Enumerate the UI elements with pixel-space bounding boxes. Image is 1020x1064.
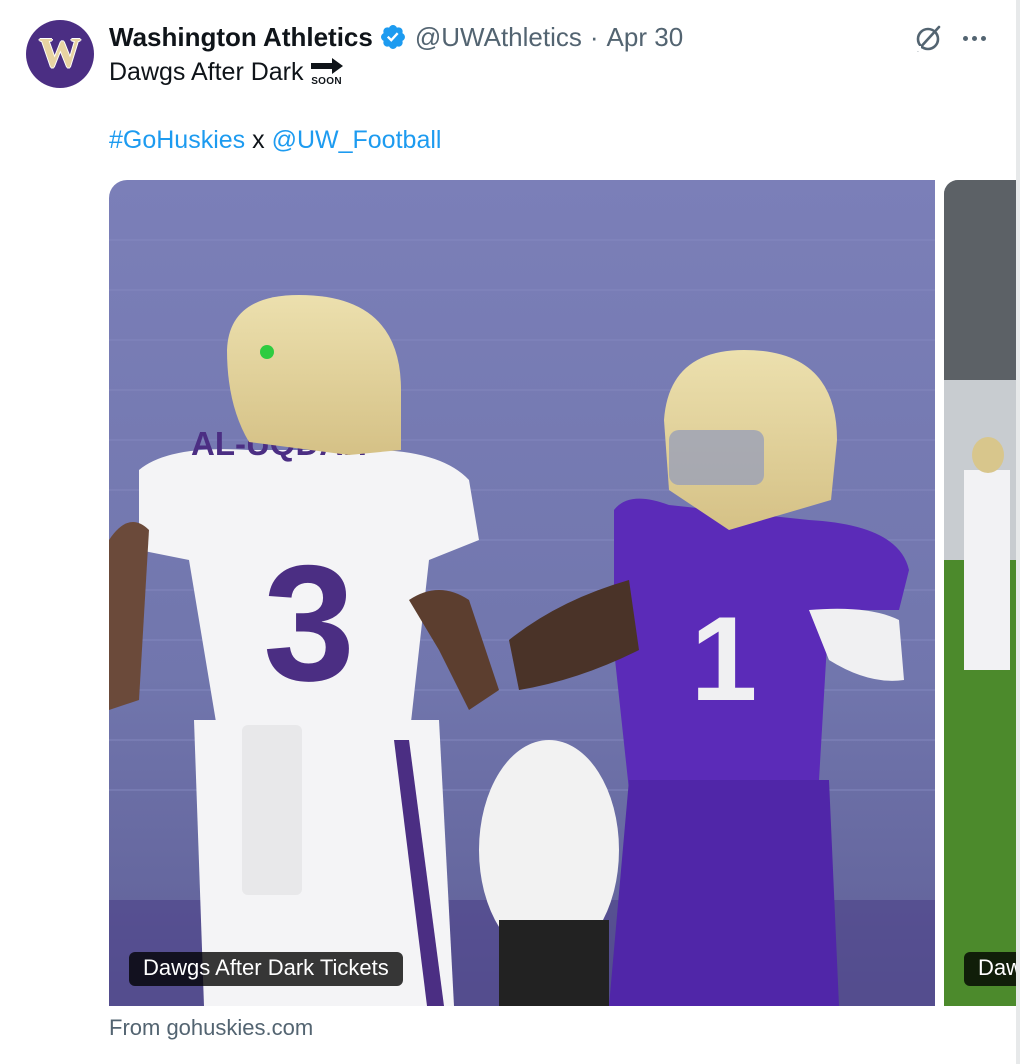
mention-link[interactable]: @UW_Football [272, 126, 442, 154]
media-card-1[interactable]: AL-UQDAH 3 1 Dawgs After Dark Tickets [109, 180, 935, 1006]
media-card-2[interactable]: Dawgs After Dark Tickets [944, 180, 1020, 1006]
verified-badge-icon[interactable] [379, 23, 407, 51]
card-label-2[interactable]: Dawgs After Dark Tickets [964, 952, 1020, 986]
soon-label: SOON [311, 76, 342, 87]
more-dot [980, 35, 986, 41]
stadium-photo [944, 180, 1020, 1006]
player-left-number: 3 [263, 531, 355, 715]
tweet-date[interactable]: Apr 30 [607, 22, 684, 53]
more-options-icon[interactable] [958, 22, 990, 54]
joiner-text: x [245, 126, 272, 154]
soon-arrow-icon [310, 58, 343, 74]
author-name[interactable]: Washington Athletics [109, 22, 373, 53]
tweet-header: Washington Athletics @UWAthletics · Apr … [109, 20, 683, 54]
separator-dot: · [589, 21, 599, 52]
football-photo: AL-UQDAH 3 1 [109, 180, 935, 1006]
scrollbar[interactable] [1016, 0, 1020, 1064]
hashtag-link[interactable]: #GoHuskies [109, 126, 245, 154]
more-dot [971, 35, 977, 41]
soon-emoji: SOON [310, 58, 344, 87]
player-right-number: 1 [691, 592, 758, 726]
grok-icon[interactable] [912, 22, 944, 54]
tweet-text-line1: Dawgs After Dark SOON [109, 58, 344, 87]
card-label[interactable]: Dawgs After Dark Tickets [129, 952, 403, 986]
link-source[interactable]: From gohuskies.com [109, 1015, 313, 1041]
tweet-text-line2: #GoHuskies x @UW_Football [109, 126, 441, 155]
avatar-logo: W [39, 31, 81, 77]
author-handle[interactable]: @UWAthletics [415, 22, 582, 53]
avatar[interactable]: W [26, 20, 94, 88]
tweet-text: Dawgs After Dark [109, 58, 304, 86]
more-dot [962, 35, 968, 41]
